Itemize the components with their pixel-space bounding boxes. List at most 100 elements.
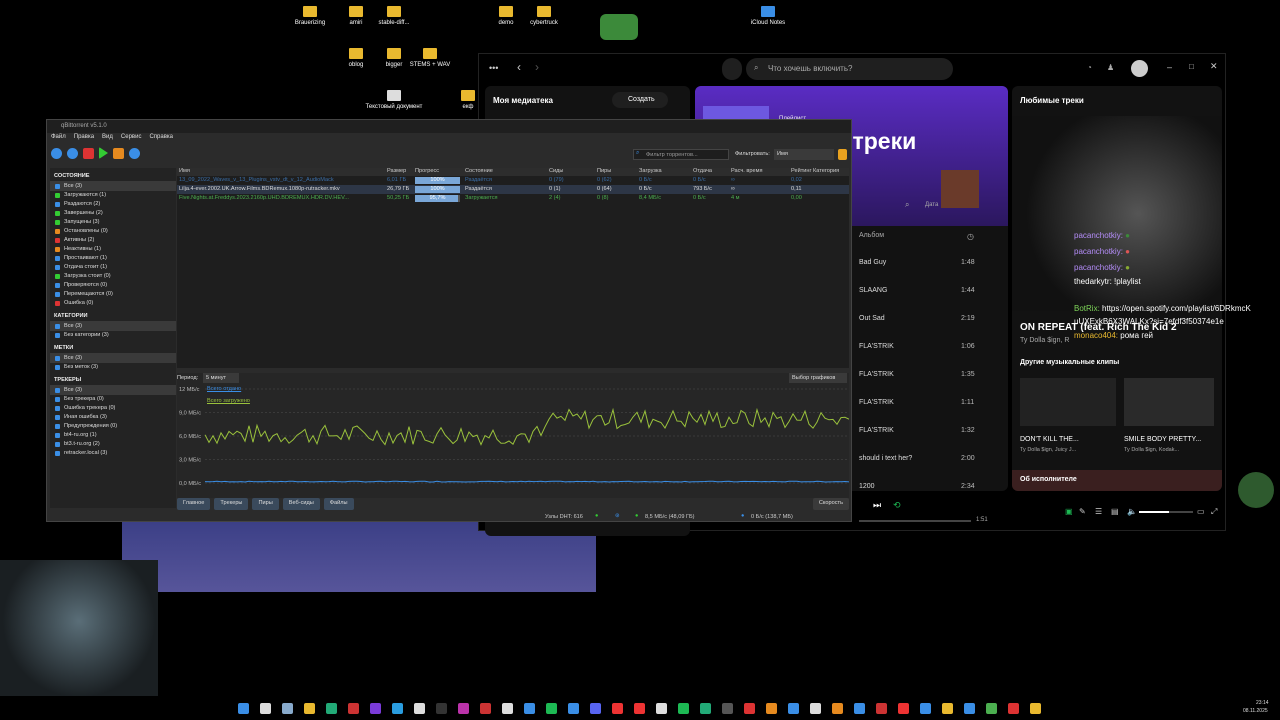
taskbar-app-icon[interactable] [370, 703, 381, 714]
column-header[interactable]: Размер [387, 168, 406, 174]
status-filter-item[interactable]: Загрузка стоит (0) [50, 272, 176, 281]
tracker-filter-item[interactable]: Ошибка трекера (0) [50, 404, 176, 413]
taskbar-app-icon[interactable] [722, 703, 733, 714]
start-icon[interactable] [99, 147, 108, 159]
delete-icon[interactable] [83, 147, 94, 159]
lock-icon[interactable] [838, 149, 847, 160]
column-header[interactable]: Расч. время [731, 168, 762, 174]
status-filter-item[interactable]: Все (3) [50, 182, 176, 191]
taskbar-app-icon[interactable] [744, 703, 755, 714]
track-title[interactable]: FLA'STRIK [859, 371, 894, 378]
add-link-icon[interactable] [51, 147, 62, 159]
status-filter-item[interactable]: Остановлены (0) [50, 227, 176, 236]
menu-help[interactable]: Справка [149, 134, 173, 144]
taskbar-app-icon[interactable] [1030, 703, 1041, 714]
taskbar-app-icon[interactable] [392, 703, 403, 714]
desktop-icon-cybertruck[interactable]: cybertruck [514, 6, 574, 26]
desktop-icon-icloud-notes[interactable]: iCloud Notes [738, 6, 798, 26]
torrent-row[interactable]: Lilja.4-ever.2002.UK.Arrow.Films.BDRemux… [177, 185, 849, 194]
track-title[interactable]: SLAANG [859, 287, 887, 294]
filter-input[interactable]: Фильтр торрентов... [633, 149, 729, 160]
stop-icon[interactable] [113, 147, 124, 159]
taskbar-app-icon[interactable] [788, 703, 799, 714]
column-header[interactable]: Прогресс [415, 168, 439, 174]
taskbar-app-icon[interactable] [920, 703, 931, 714]
track-title[interactable]: should i text her? [859, 455, 912, 462]
maximize-icon[interactable]: □ [1189, 62, 1194, 71]
taskbar-app-icon[interactable] [964, 703, 975, 714]
add-torrent-icon[interactable] [67, 147, 78, 159]
column-header[interactable]: Состояние [465, 168, 493, 174]
taskbar-app-icon[interactable] [458, 703, 469, 714]
taskbar-app-icon[interactable] [854, 703, 865, 714]
settings-gear-icon[interactable] [129, 147, 140, 159]
next-track-icon[interactable]: ⏭ [873, 500, 881, 511]
taskbar-app-icon[interactable] [1008, 703, 1019, 714]
taskbar-app-icon[interactable] [524, 703, 535, 714]
status-filter-item[interactable]: Запущены (3) [50, 218, 176, 227]
clip-title-2[interactable]: SMILE BODY PRETTY... [1124, 436, 1201, 443]
taskbar-app-icon[interactable] [612, 703, 623, 714]
status-filter-item[interactable]: Перемещаются (0) [50, 290, 176, 299]
taskbar-app-icon[interactable] [260, 703, 271, 714]
repeat-icon[interactable]: ⟲ [893, 500, 901, 511]
clip-thumb-1[interactable] [1020, 378, 1116, 426]
taskbar-app-icon[interactable] [304, 703, 315, 714]
miniplayer-icon[interactable]: ▭ [1197, 507, 1205, 516]
lyrics-icon[interactable]: ✎ [1079, 507, 1086, 516]
status-filter-item[interactable]: Неактивны (1) [50, 245, 176, 254]
home-button[interactable] [722, 58, 742, 80]
volume-slider[interactable] [1139, 511, 1193, 513]
speed-limit-icon[interactable]: ⊛ [615, 513, 620, 519]
taskbar-app-icon[interactable] [546, 703, 557, 714]
track-title[interactable]: FLA'STRIK [859, 427, 894, 434]
tab-trackers[interactable]: Трекеры [214, 498, 249, 510]
taskbar-app-icon[interactable] [898, 703, 909, 714]
tracker-filter-item[interactable]: bt3.t-ru.org (2) [50, 440, 176, 449]
desktop-icon-stems[interactable]: STEMS + WAV [400, 48, 460, 68]
sort-label[interactable]: Дата [925, 202, 938, 208]
desktop-icon-text-doc[interactable]: Текстовый документ [364, 90, 424, 110]
friends-icon[interactable]: ♟ [1107, 63, 1114, 72]
track-title[interactable]: 1200 [859, 483, 875, 490]
menu-tools[interactable]: Сервис [121, 134, 142, 144]
bell-icon[interactable]: ◔ [1087, 63, 1092, 72]
taskbar-app-icon[interactable] [502, 703, 513, 714]
taskbar-app-icon[interactable] [590, 703, 601, 714]
taskbar-app-icon[interactable] [766, 703, 777, 714]
minimize-icon[interactable]: – [1167, 62, 1172, 72]
menu-edit[interactable]: Правка [74, 134, 94, 144]
clock-date[interactable]: 08.11.2025 [1243, 708, 1268, 714]
taskbar-app-icon[interactable] [942, 703, 953, 714]
tracker-filter-item[interactable]: Без трекера (0) [50, 395, 176, 404]
status-filter-item[interactable]: Раздаются (2) [50, 200, 176, 209]
clip-artist-2[interactable]: Ty Dolla $ign, Kodak... [1124, 447, 1179, 453]
status-filter-item[interactable]: Ошибка (0) [50, 299, 176, 308]
desktop-icon-stable-diff[interactable]: stable-diff... [364, 6, 424, 26]
fullscreen-icon[interactable]: ⤢ [1211, 507, 1217, 517]
taskbar-app-icon[interactable] [634, 703, 645, 714]
volume-icon[interactable]: 🔈 [1127, 507, 1137, 516]
tab-general[interactable]: Главное [177, 498, 211, 510]
taskbar-app-icon[interactable] [326, 703, 337, 714]
clip-artist-1[interactable]: Ty Dolla $ign, Juicy J... [1020, 447, 1076, 453]
queue-icon[interactable]: ☰ [1095, 507, 1102, 516]
taskbar-app-icon[interactable] [678, 703, 689, 714]
period-select[interactable]: 5 минут [203, 373, 239, 383]
status-filter-item[interactable]: Отдача стоит (1) [50, 263, 176, 272]
status-filter-item[interactable]: Проверяются (0) [50, 281, 176, 290]
devices-icon[interactable]: ▤ [1111, 507, 1119, 516]
taskbar-app-icon[interactable] [238, 703, 249, 714]
pepe-image-icon[interactable] [600, 14, 638, 40]
taskbar-app-icon[interactable] [480, 703, 491, 714]
column-header[interactable]: Пиры [597, 168, 611, 174]
column-header[interactable]: Отдача [693, 168, 712, 174]
taskbar-app-icon[interactable] [348, 703, 359, 714]
search-input[interactable]: Что хочешь включить? [746, 58, 953, 80]
clip-thumb-2[interactable] [1124, 378, 1214, 426]
track-title[interactable]: FLA'STRIK [859, 343, 894, 350]
column-header[interactable]: Рейтинг [791, 168, 812, 174]
taskbar-app-icon[interactable] [282, 703, 293, 714]
tracker-filter-item[interactable]: Предупреждения (0) [50, 422, 176, 431]
clip-title-1[interactable]: DON'T KILL THE... [1020, 436, 1079, 443]
